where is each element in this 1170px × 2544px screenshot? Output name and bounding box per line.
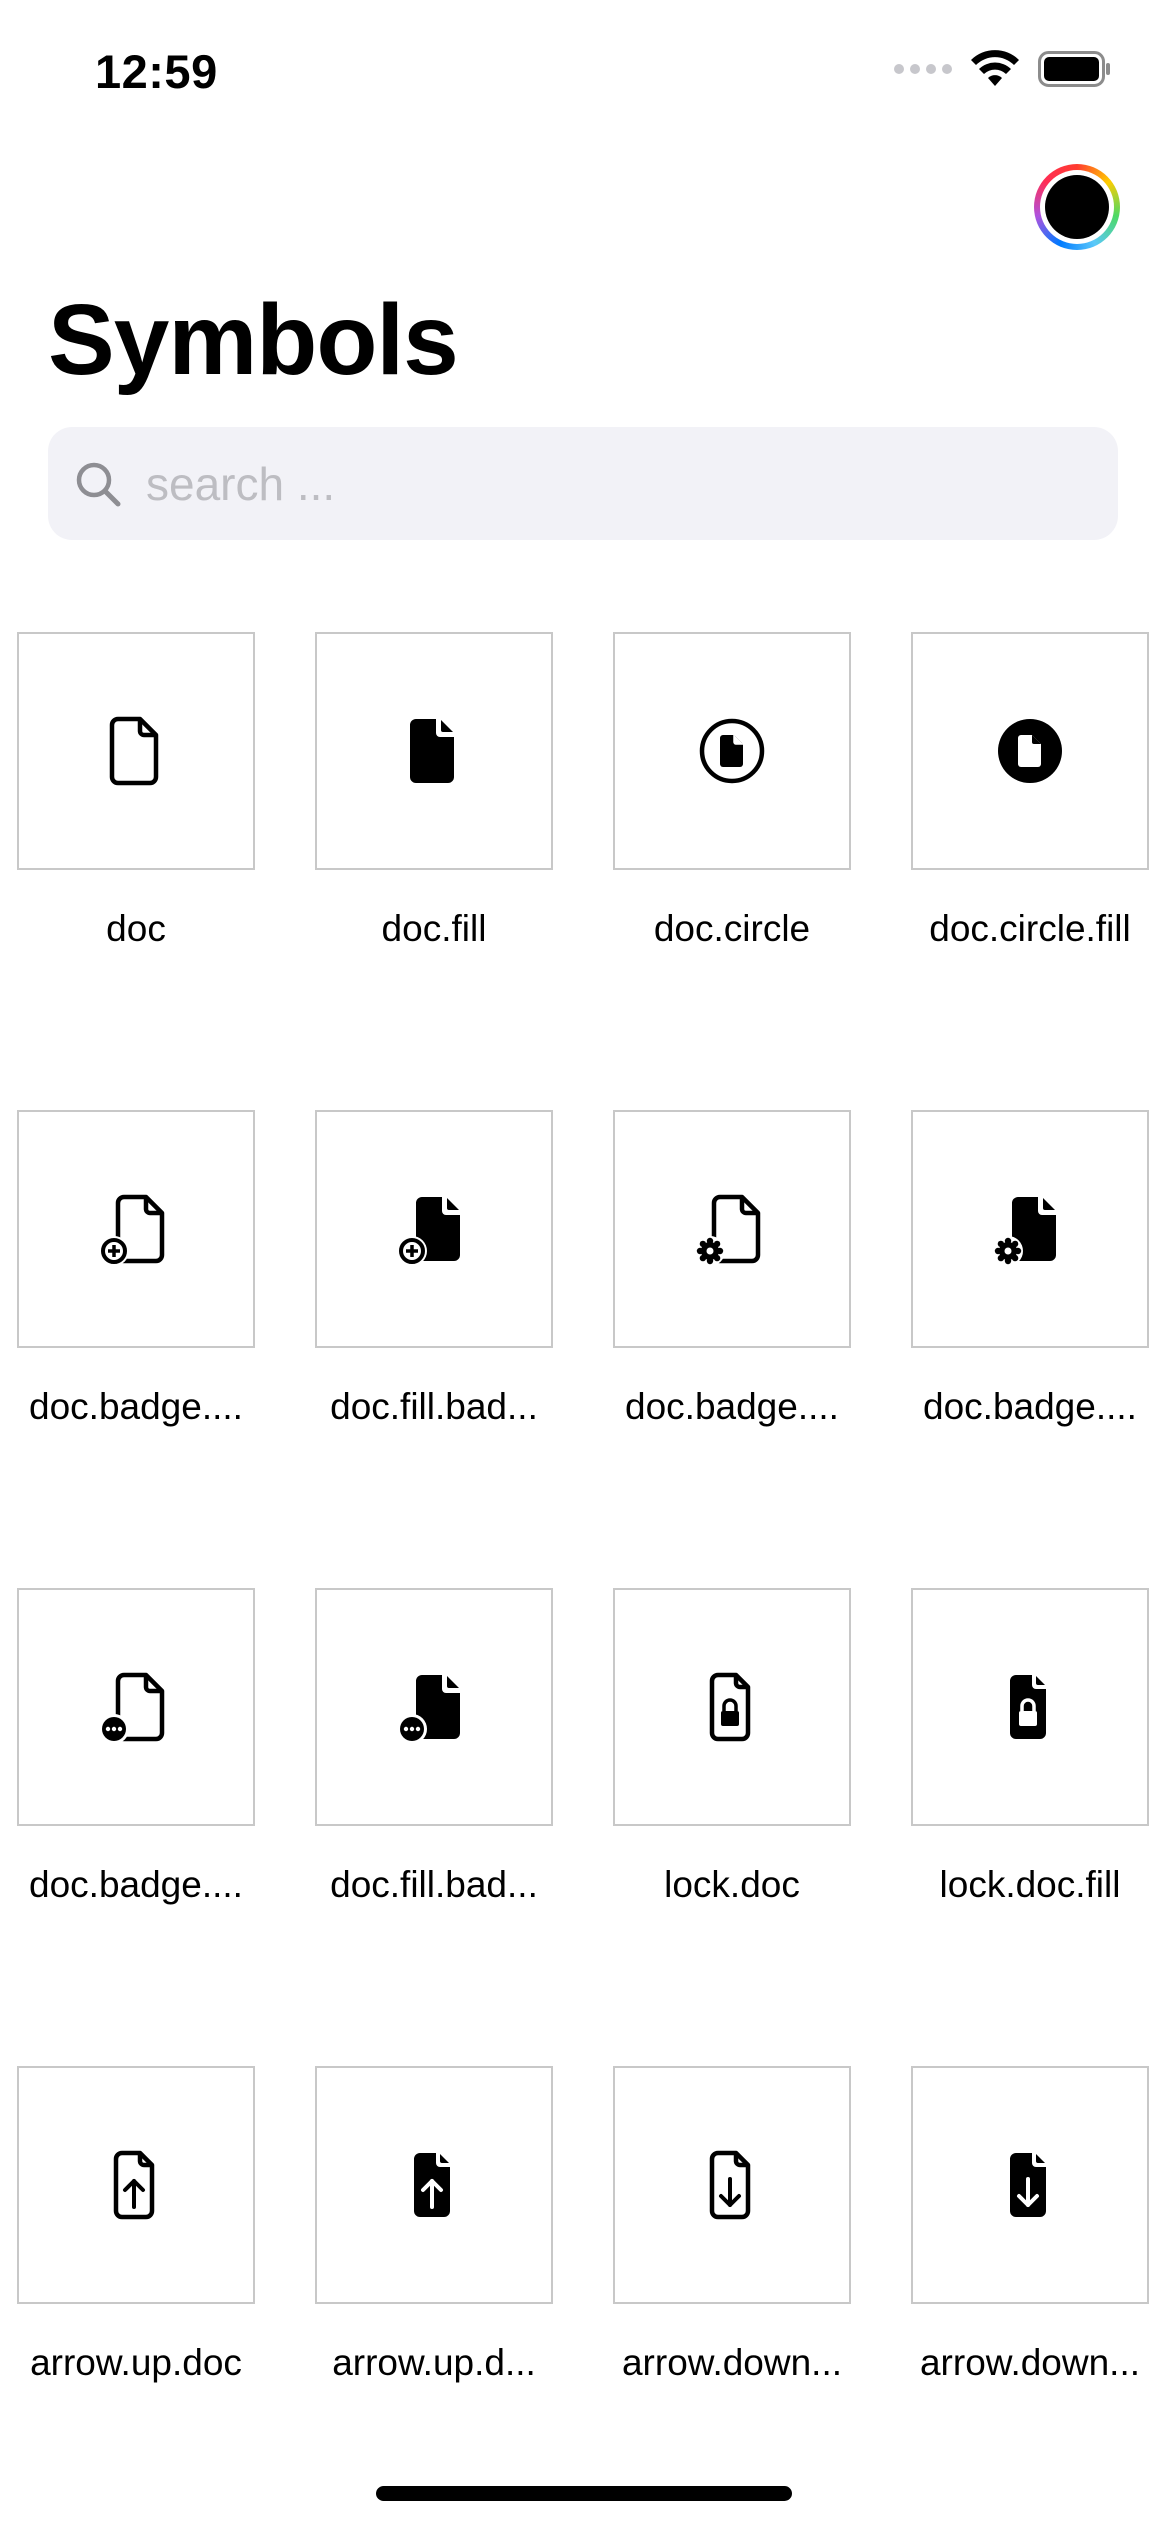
- symbol-cell[interactable]: arrow.up.doc: [17, 2066, 255, 2544]
- symbol-cell[interactable]: doc.fill: [315, 632, 553, 1110]
- symbol-label: doc.badge....: [923, 1386, 1137, 1427]
- symbol-tile[interactable]: [315, 1588, 553, 1826]
- symbol-label: doc: [106, 908, 166, 949]
- arrow-up-doc-fill-icon: [414, 2153, 450, 2217]
- symbol-label: lock.doc.fill: [939, 1864, 1121, 1905]
- search-input[interactable]: [144, 455, 1048, 512]
- symbol-tile[interactable]: [315, 1110, 553, 1348]
- symbol-tile[interactable]: [613, 1110, 851, 1348]
- symbol-tile[interactable]: [613, 1588, 851, 1826]
- symbol-label: doc.fill.bad...: [330, 1864, 538, 1905]
- symbol-cell[interactable]: doc.circle.fill: [911, 632, 1149, 1110]
- symbol-tile[interactable]: [315, 2066, 553, 2304]
- arrow-up-doc-icon: [113, 2150, 155, 2220]
- symbol-label: arrow.down...: [919, 2342, 1141, 2383]
- symbol-tile[interactable]: [17, 1110, 255, 1348]
- symbol-label: doc.badge....: [29, 1386, 243, 1427]
- symbol-label: lock.doc: [664, 1864, 800, 1905]
- symbol-cell[interactable]: doc.circle: [613, 632, 851, 1110]
- symbol-tile[interactable]: [17, 2066, 255, 2304]
- symbol-tile[interactable]: [17, 1588, 255, 1826]
- symbol-cell[interactable]: doc.badge....: [17, 1588, 255, 2066]
- arrow-down-doc-icon: [709, 2150, 751, 2220]
- symbol-tile[interactable]: [911, 632, 1149, 870]
- arrow-down-doc-fill-icon: [1010, 2153, 1046, 2217]
- symbol-label: doc.circle.fill: [929, 908, 1131, 949]
- doc-fill-badge-plus-icon: [397, 1197, 460, 1266]
- symbol-cell[interactable]: arrow.up.d...: [315, 2066, 553, 2544]
- symbol-tile[interactable]: [911, 1110, 1149, 1348]
- symbol-label: doc.badge....: [625, 1386, 839, 1427]
- symbol-tile[interactable]: [911, 1588, 1149, 1826]
- symbol-grid: doc doc.fill doc.circle doc.circle.fill doc.…: [17, 632, 1153, 2544]
- symbol-cell[interactable]: doc.badge....: [613, 1110, 851, 1588]
- symbol-cell[interactable]: doc: [17, 632, 255, 1110]
- symbol-label: doc.circle: [653, 908, 811, 949]
- search-bar[interactable]: [48, 427, 1118, 540]
- doc-badge-ellipsis-icon: [99, 1672, 165, 1744]
- search-icon: [70, 456, 126, 512]
- symbol-cell[interactable]: doc.fill.bad...: [315, 1588, 553, 2066]
- symbol-label: doc.badge....: [29, 1864, 243, 1905]
- battery-icon: [1038, 51, 1110, 87]
- symbol-cell[interactable]: doc.fill.bad...: [315, 1110, 553, 1588]
- symbol-tile[interactable]: [17, 632, 255, 870]
- doc-badge-gearshape-fill-icon: [993, 1197, 1056, 1266]
- doc-fill-badge-ellipsis-icon: [397, 1675, 460, 1744]
- symbol-tile[interactable]: [911, 2066, 1149, 2304]
- symbol-cell[interactable]: doc.badge....: [17, 1110, 255, 1588]
- symbol-label: arrow.up.d...: [332, 2342, 536, 2383]
- lock-doc-icon: [709, 1672, 751, 1742]
- symbol-cell[interactable]: doc.badge....: [911, 1110, 1149, 1588]
- symbol-label: doc.fill: [381, 908, 487, 949]
- symbol-cell[interactable]: lock.doc.fill: [911, 1588, 1149, 2066]
- doc-fill-icon: [410, 719, 454, 783]
- lock-doc-fill-icon: [1010, 1675, 1046, 1739]
- wifi-icon: [971, 50, 1019, 86]
- symbol-tile[interactable]: [613, 632, 851, 870]
- symbol-cell[interactable]: arrow.down...: [911, 2066, 1149, 2544]
- symbol-tile[interactable]: [315, 632, 553, 870]
- symbol-label: arrow.up.doc: [30, 2342, 242, 2383]
- symbol-tile[interactable]: [613, 2066, 851, 2304]
- status-time: 12:59: [95, 45, 218, 98]
- status-icons: [894, 50, 1112, 88]
- home-indicator[interactable]: [376, 2486, 792, 2501]
- color-picker-button[interactable]: [1034, 164, 1120, 250]
- doc-badge-gearshape-icon: [695, 1194, 761, 1266]
- page-title: Symbols: [48, 284, 459, 396]
- symbol-cell[interactable]: lock.doc: [613, 1588, 851, 2066]
- doc-icon: [109, 716, 159, 786]
- selected-color-swatch: [1045, 175, 1109, 239]
- doc-circle-fill-icon: [998, 719, 1062, 783]
- doc-badge-plus-icon: [99, 1194, 165, 1266]
- cellular-signal-icon: [894, 64, 952, 74]
- symbol-cell[interactable]: arrow.down...: [613, 2066, 851, 2544]
- status-bar: 12:59: [0, 0, 1170, 150]
- symbol-label: doc.fill.bad...: [330, 1386, 538, 1427]
- doc-circle-icon: [699, 718, 765, 784]
- symbol-label: arrow.down...: [621, 2342, 843, 2383]
